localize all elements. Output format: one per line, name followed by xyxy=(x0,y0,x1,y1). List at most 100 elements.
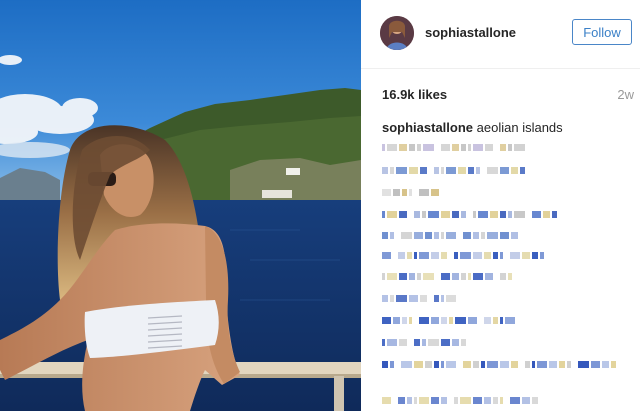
obscured-text-block xyxy=(540,252,544,259)
obscured-text-block xyxy=(402,189,407,196)
obscured-text-block xyxy=(399,273,407,280)
obscured-text-block xyxy=(508,211,512,218)
obscured-text-block xyxy=(382,361,388,368)
obscured-text-block xyxy=(387,339,397,346)
obscured-text-block xyxy=(441,273,450,280)
obscured-text-block xyxy=(387,211,397,218)
obscured-text-block xyxy=(484,397,491,404)
obscured-text-block xyxy=(441,232,444,239)
obscured-text-block xyxy=(428,211,439,218)
comment-item xyxy=(382,338,622,347)
obscured-text-block xyxy=(460,252,471,259)
comment-item xyxy=(382,396,622,405)
obscured-text-block xyxy=(422,339,426,346)
obscured-text-block xyxy=(537,361,547,368)
obscured-text-block xyxy=(390,232,394,239)
obscured-text-block xyxy=(434,295,439,302)
obscured-text-block xyxy=(441,397,447,404)
obscured-text-block xyxy=(382,189,391,196)
obscured-text-block xyxy=(407,252,412,259)
obscured-text-block xyxy=(532,397,538,404)
obscured-text-block xyxy=(434,361,439,368)
obscured-text-block xyxy=(425,232,432,239)
obscured-text-block xyxy=(423,144,434,151)
obscured-text-block xyxy=(417,273,421,280)
obscured-text-block xyxy=(441,144,450,151)
post-photo[interactable] xyxy=(0,0,361,411)
obscured-text-block xyxy=(398,397,405,404)
obscured-text-block xyxy=(393,189,400,196)
comment-item xyxy=(382,272,622,281)
obscured-text-block xyxy=(461,144,466,151)
obscured-text-block xyxy=(552,211,557,218)
obscured-text-block xyxy=(417,144,421,151)
obscured-text-block xyxy=(543,211,550,218)
obscured-text-block xyxy=(409,144,415,151)
obscured-text-block xyxy=(441,167,444,174)
obscured-text-block xyxy=(441,211,450,218)
obscured-text-block xyxy=(532,211,541,218)
obscured-text-block xyxy=(508,144,512,151)
obscured-text-block xyxy=(473,361,479,368)
obscured-text-block xyxy=(431,189,439,196)
comment-item xyxy=(382,166,622,175)
obscured-text-block xyxy=(463,361,471,368)
obscured-text-block xyxy=(401,361,412,368)
obscured-text-block xyxy=(461,339,466,346)
obscured-text-block xyxy=(382,167,388,174)
obscured-text-block xyxy=(425,361,432,368)
obscured-text-block xyxy=(452,339,459,346)
obscured-text-block xyxy=(458,167,466,174)
obscured-text-block xyxy=(493,252,498,259)
obscured-text-block xyxy=(468,317,477,324)
obscured-text-block xyxy=(511,361,518,368)
obscured-text-block xyxy=(511,232,518,239)
obscured-text-block xyxy=(532,361,535,368)
obscured-text-block xyxy=(446,167,456,174)
obscured-text-block xyxy=(559,361,565,368)
obscured-text-block xyxy=(481,232,485,239)
obscured-text-block xyxy=(484,252,491,259)
post-side-panel: sophiastallone Follow 16.9k likes 2w sop… xyxy=(361,0,640,411)
obscured-text-block xyxy=(401,232,412,239)
obscured-text-block xyxy=(407,397,412,404)
obscured-text-block xyxy=(476,167,480,174)
obscured-text-block xyxy=(434,167,439,174)
comment-item xyxy=(382,210,622,219)
obscured-text-block xyxy=(473,144,483,151)
obscured-text-block xyxy=(382,232,388,239)
obscured-text-block xyxy=(420,295,427,302)
obscured-text-block xyxy=(414,397,417,404)
obscured-text-block xyxy=(449,317,453,324)
obscured-text-block xyxy=(452,273,459,280)
obscured-text-block xyxy=(452,211,459,218)
obscured-text-block xyxy=(461,211,466,218)
comment-item xyxy=(382,231,622,240)
obscured-text-block xyxy=(520,167,525,174)
comment-item xyxy=(382,360,622,369)
obscured-text-block xyxy=(500,361,509,368)
obscured-text-block xyxy=(382,317,391,324)
obscured-text-block xyxy=(468,273,471,280)
obscured-text-block xyxy=(473,252,482,259)
obscured-text-block xyxy=(390,167,394,174)
obscured-text-block xyxy=(423,273,434,280)
obscured-text-block xyxy=(463,232,471,239)
obscured-text-block xyxy=(409,167,418,174)
obscured-text-block xyxy=(446,295,456,302)
obscured-text-block xyxy=(402,317,407,324)
comments-list xyxy=(361,0,640,411)
obscured-text-block xyxy=(382,273,385,280)
obscured-text-block xyxy=(446,361,456,368)
obscured-text-block xyxy=(396,295,407,302)
photo-image xyxy=(0,0,361,411)
obscured-text-block xyxy=(390,361,394,368)
obscured-text-block xyxy=(441,361,444,368)
obscured-text-block xyxy=(493,397,498,404)
obscured-text-block xyxy=(611,361,616,368)
obscured-text-block xyxy=(468,167,474,174)
obscured-text-block xyxy=(468,144,471,151)
obscured-text-block xyxy=(487,232,498,239)
obscured-text-block xyxy=(500,211,506,218)
obscured-text-block xyxy=(441,295,444,302)
